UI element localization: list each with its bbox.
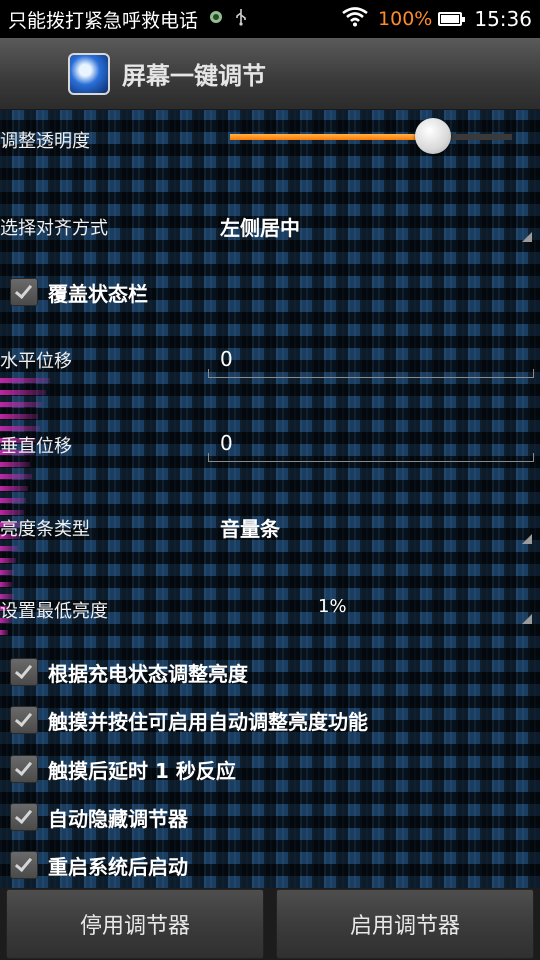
option-label: 自动隐藏调节器	[48, 806, 188, 831]
checkbox[interactable]	[10, 851, 38, 879]
cover-statusbar-checkbox[interactable]: 覆盖状态栏	[10, 275, 148, 309]
battery-icon	[438, 12, 466, 26]
min-brightness-spinner[interactable]: 1%	[0, 584, 540, 630]
alignment-value: 左侧居中	[220, 216, 300, 240]
check-icon	[14, 853, 33, 873]
enable-regulator-button[interactable]: 启用调节器	[276, 889, 534, 959]
alignment-spinner[interactable]: 左侧居中	[0, 200, 540, 246]
checkbox[interactable]	[10, 755, 38, 783]
check-icon	[14, 708, 33, 728]
title-bar: 屏幕一键调节	[0, 38, 540, 110]
option-checkbox-delay[interactable]: 触摸后延时 1 秒反应	[10, 752, 236, 786]
cover-statusbar-label: 覆盖状态栏	[48, 281, 148, 306]
page-title: 屏幕一键调节	[122, 62, 266, 90]
checkbox[interactable]	[10, 658, 38, 686]
vertical-offset-label: 垂直位移	[0, 436, 72, 457]
horizontal-offset-label: 水平位移	[0, 351, 72, 372]
dropdown-arrow-icon	[522, 534, 532, 544]
android-debug-icon	[208, 9, 224, 29]
checkbox[interactable]	[10, 278, 38, 306]
battery-percent: 100%	[378, 8, 433, 30]
option-checkbox-long-press[interactable]: 触摸并按住可启用自动调整亮度功能	[10, 703, 368, 737]
dropdown-arrow-icon	[522, 232, 532, 242]
transparency-slider[interactable]	[230, 118, 512, 154]
brightness-type-value: 音量条	[220, 517, 280, 541]
option-checkbox-boot[interactable]: 重启系统后启动	[10, 848, 188, 882]
horizontal-offset-input[interactable]	[220, 344, 520, 374]
option-label: 触摸并按住可启用自动调整亮度功能	[48, 709, 368, 734]
check-icon	[14, 660, 33, 680]
check-icon	[14, 280, 33, 300]
checkbox[interactable]	[10, 803, 38, 831]
min-brightness-value: 1%	[318, 596, 347, 617]
check-icon	[14, 757, 33, 777]
clock: 15:36	[474, 7, 532, 31]
checkbox[interactable]	[10, 706, 38, 734]
option-checkbox-autohide[interactable]: 自动隐藏调节器	[10, 800, 188, 834]
carrier-text: 只能拨打紧急呼救电话	[8, 9, 199, 32]
status-bar: 只能拨打紧急呼救电话 100% 15:36	[0, 0, 540, 38]
option-checkbox-charging[interactable]: 根据充电状态调整亮度	[10, 655, 248, 689]
dropdown-arrow-icon	[522, 614, 532, 624]
slider-fill	[230, 134, 433, 140]
option-label: 根据充电状态调整亮度	[48, 661, 248, 686]
slider-thumb[interactable]	[415, 118, 451, 154]
brightness-type-spinner[interactable]: 音量条	[0, 500, 540, 548]
vertical-offset-input[interactable]	[220, 428, 520, 458]
disable-regulator-button[interactable]: 停用调节器	[6, 889, 264, 959]
transparency-label: 调整透明度	[0, 131, 90, 152]
horizontal-offset-field[interactable]	[208, 342, 534, 378]
check-icon	[14, 805, 33, 825]
option-label: 重启系统后启动	[48, 854, 188, 879]
vertical-offset-field[interactable]	[208, 426, 534, 462]
app-icon	[68, 52, 110, 95]
option-label: 触摸后延时 1 秒反应	[48, 758, 236, 783]
wifi-icon	[342, 6, 368, 32]
usb-icon	[234, 8, 248, 30]
